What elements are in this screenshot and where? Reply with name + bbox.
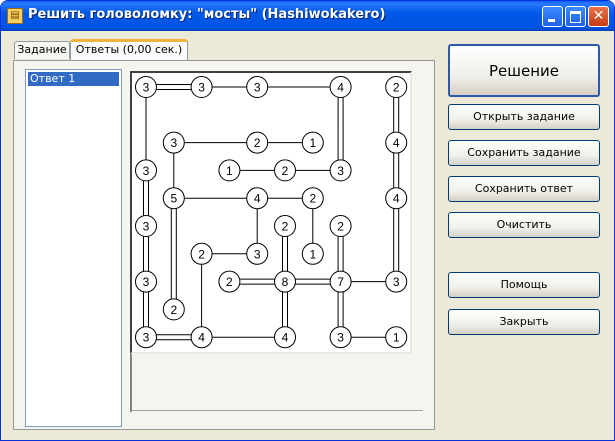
island-value: 8 (282, 275, 289, 289)
island-value: 2 (226, 275, 233, 289)
island-value: 3 (254, 247, 261, 261)
close-button[interactable]: Закрыть (448, 309, 600, 335)
open-task-button[interactable]: Открыть задание (448, 104, 600, 130)
island-value: 3 (198, 81, 205, 95)
island-value: 4 (393, 136, 400, 150)
solve-button[interactable]: Решение (448, 44, 600, 97)
island-value: 1 (226, 164, 233, 178)
island-value: 1 (309, 247, 316, 261)
island-value: 2 (337, 220, 344, 234)
island-value: 2 (254, 136, 261, 150)
island-value: 2 (282, 164, 289, 178)
island-value: 2 (170, 303, 177, 317)
island-value: 3 (143, 81, 150, 95)
island-value: 2 (282, 220, 289, 234)
island-value: 4 (337, 81, 344, 95)
island-value: 1 (309, 136, 316, 150)
island-value: 2 (309, 192, 316, 206)
island-value: 2 (198, 247, 205, 261)
maximize-button[interactable] (565, 6, 586, 27)
island-value: 3 (254, 81, 261, 95)
save-answer-button[interactable]: Сохранить ответ (448, 176, 600, 202)
island-value: 3 (143, 220, 150, 234)
minimize-button[interactable] (542, 6, 563, 27)
panel-divider (130, 354, 132, 412)
tab-answers[interactable]: Ответы (0,00 сек.) (70, 39, 188, 61)
island-value: 4 (282, 331, 289, 345)
close-window-button[interactable]: ✕ (588, 6, 609, 27)
island-value: 5 (170, 192, 177, 206)
clear-button[interactable]: Очистить (448, 212, 600, 238)
list-item[interactable]: Ответ 1 (28, 72, 119, 86)
island-value: 3 (337, 331, 344, 345)
island-value: 3 (337, 164, 344, 178)
island-value: 4 (198, 331, 205, 345)
panel-bottom-line (130, 410, 423, 411)
book-icon[interactable]: ▤ (7, 8, 23, 24)
save-task-button[interactable]: Сохранить задание (448, 140, 600, 166)
island-value: 2 (393, 81, 400, 95)
island-value: 3 (143, 331, 150, 345)
help-button[interactable]: Помощь (448, 272, 600, 298)
island-value: 4 (393, 192, 400, 206)
answers-list[interactable]: Ответ 1 (25, 69, 122, 427)
island-value: 7 (337, 275, 344, 289)
window-title: Решить головоломку: "мосты" (Hashiwokake… (28, 7, 386, 22)
app-window: ▤ Решить головоломку: "мосты" (Hashiwoka… (0, 0, 615, 441)
tab-task[interactable]: Задание (14, 41, 70, 59)
island-value: 1 (393, 331, 400, 345)
puzzle-grid[interactable]: 3 3 3 4 2 3 2 1 4 3 1 2 3 5 4 2 4 3 2 2 2 3 1 3 2 8 7 3 2 3 4 4 3 1 (132, 73, 410, 352)
title-bar[interactable]: ▤ Решить головоломку: "мосты" (Hashiwoka… (1, 1, 614, 31)
island-value: 3 (393, 275, 400, 289)
puzzle-board[interactable]: 3 3 3 4 2 3 2 1 4 3 1 2 3 5 4 2 4 3 2 2 2 3 1 3 2 8 7 3 2 3 4 4 3 1 (130, 71, 412, 354)
island-value: 3 (143, 275, 150, 289)
island-value: 3 (143, 164, 150, 178)
island-value: 4 (254, 192, 261, 206)
island-value: 3 (170, 136, 177, 150)
